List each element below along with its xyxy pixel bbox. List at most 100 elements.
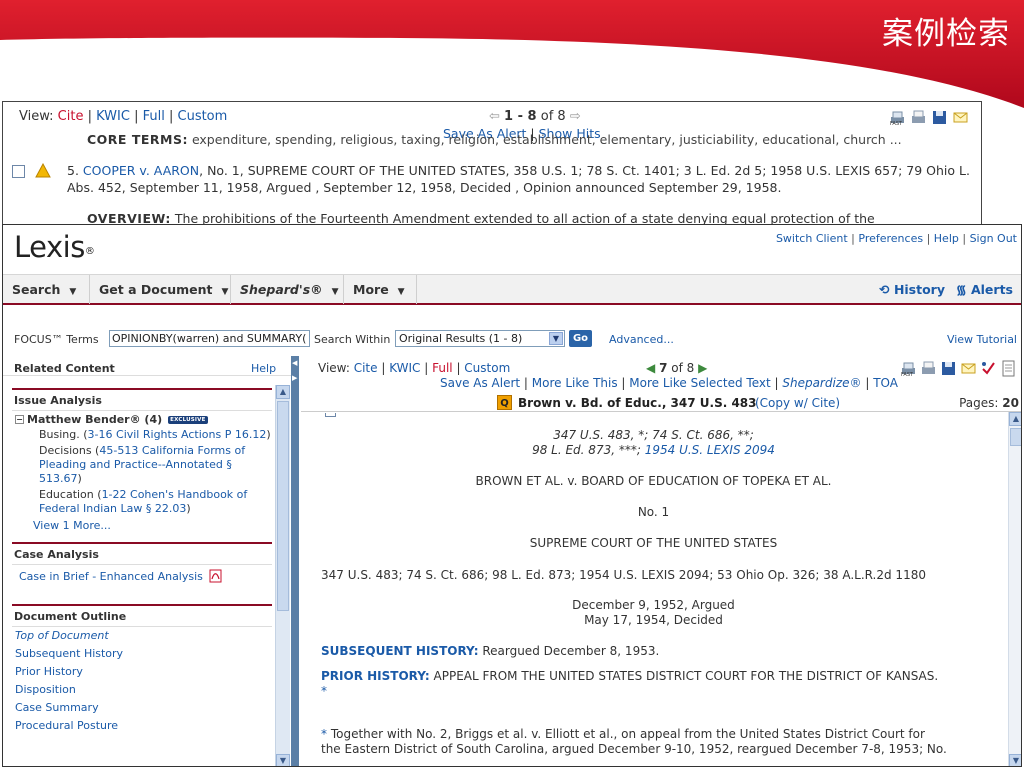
print-icon[interactable] (910, 109, 927, 126)
scroll-up-icon[interactable]: ▲ (1009, 412, 1021, 426)
doc-case-title: Brown v. Bd. of Educ., 347 U.S. 483 (518, 396, 757, 410)
lexis-cite-link[interactable]: 1954 U.S. LEXIS 2094 (645, 443, 775, 457)
footnote-star[interactable]: * (321, 727, 327, 741)
shepardize-check-icon[interactable] (980, 360, 997, 377)
svg-text:FAST: FAST (901, 372, 914, 377)
menu-alerts-label: Alerts (970, 282, 1013, 297)
advanced-link[interactable]: Advanced... (609, 333, 674, 346)
go-button[interactable]: Go (569, 330, 592, 347)
email-icon[interactable] (952, 109, 969, 126)
pages-value: 20 (1002, 396, 1019, 410)
shepards-q-signal-icon[interactable]: Q (497, 395, 512, 410)
doc-title-row: Q Brown v. Bd. of Educ., 347 U.S. 483 (C… (301, 392, 1021, 412)
chevron-down-icon: ▼ (331, 287, 339, 297)
view-option-cite[interactable]: Cite (58, 109, 84, 124)
sidebar-scroll-thumb[interactable] (277, 401, 289, 611)
view-option-custom[interactable]: Custom (178, 109, 228, 124)
menu-more-label: More (353, 282, 389, 297)
outline-case-summary[interactable]: Case Summary (12, 699, 272, 717)
menu-history[interactable]: ⟲ History (879, 275, 945, 304)
fast-print-icon[interactable]: FAST (889, 109, 906, 126)
view-option-cite[interactable]: Cite (354, 361, 378, 375)
document-body: 347 U.S. 483, *; 74 S. Ct. 686, **; 98 L… (301, 413, 1006, 766)
search-within-select[interactable]: Original Results (1 - 8) ▼ (395, 330, 565, 347)
sidebar-scrollbar[interactable]: ▲ ▼ (275, 385, 290, 766)
issue-item-education: Education (1-22 Cohen's Handbook of Fede… (12, 488, 272, 516)
menu-alerts[interactable]: ᯾ Alerts (956, 275, 1013, 304)
footnote-star-link[interactable]: * (321, 684, 327, 698)
case-in-brief-link[interactable]: Case in Brief - Enhanced Analysis (19, 570, 203, 583)
issue-item-suffix: ) (266, 428, 271, 441)
help-link[interactable]: Help (934, 232, 959, 245)
lexis-logo: Lexis® (14, 230, 95, 264)
matthew-bender-node[interactable]: − Matthew Bender® (4) EXCLUSIVE (12, 411, 272, 426)
view-label: View: (19, 109, 54, 124)
focus-terms-input[interactable]: OPINIONBY(warren) and SUMMARY( (109, 330, 310, 347)
outline-subsequent-history[interactable]: Subsequent History (12, 645, 272, 663)
chevron-down-icon: ▼ (221, 287, 229, 297)
outline-disposition[interactable]: Disposition (12, 681, 272, 699)
more-like-this-link[interactable]: More Like This (532, 376, 618, 390)
view-more-link[interactable]: View 1 More... (12, 519, 272, 532)
case-analysis-section: Case Analysis Case in Brief - Enhanced A… (12, 542, 272, 598)
view-option-full[interactable]: Full (432, 361, 453, 375)
expand-arrow-icon[interactable]: ▶ (292, 374, 297, 382)
court-name: SUPREME COURT OF THE UNITED STATES (529, 536, 778, 550)
doc-pager: ◀ 7 of 8 ▶ (646, 361, 707, 375)
next-doc-icon[interactable]: ▶ (698, 361, 707, 375)
outline-top-of-document[interactable]: Top of Document (12, 627, 272, 645)
toa-link[interactable]: TOA (873, 376, 898, 390)
menu-search[interactable]: Search ▼ (3, 275, 90, 304)
prev-arrow-icon[interactable]: ⇦ (489, 109, 500, 124)
outline-prior-history[interactable]: Prior History (12, 663, 272, 681)
logo-text: Lexis (14, 230, 85, 264)
menu-shepards[interactable]: Shepard's® ▼ (231, 275, 344, 304)
fast-print-icon[interactable]: FAST (900, 360, 917, 377)
view-tutorial-link[interactable]: View Tutorial (947, 333, 1017, 346)
search-within-label: Search Within (314, 333, 391, 346)
save-as-alert-link[interactable]: Save As Alert (440, 376, 520, 390)
copy-with-cite-link[interactable]: (Copy w/ Cite) (755, 396, 840, 410)
prev-doc-icon[interactable]: ◀ (646, 361, 655, 375)
doc-scroll-thumb[interactable] (1010, 428, 1021, 446)
doc-scrollbar[interactable]: ▲ ▼ (1008, 412, 1021, 766)
doc-tool-icons: FAST (900, 360, 1017, 377)
sidebar-help-link[interactable]: Help (251, 362, 276, 375)
collapse-arrow-icon[interactable]: ◀ (292, 359, 297, 367)
doc-action-links: Save As Alert | More Like This | More Li… (440, 376, 898, 390)
alerts-icon: ᯾ (955, 282, 967, 297)
sign-out-link[interactable]: Sign Out (970, 232, 1017, 245)
scroll-up-icon[interactable]: ▲ (276, 385, 290, 399)
more-like-selected-text-link[interactable]: More Like Selected Text (629, 376, 770, 390)
next-arrow-icon[interactable]: ⇨ (570, 109, 581, 124)
outline-procedural-posture[interactable]: Procedural Posture (12, 717, 272, 735)
shepardize-link[interactable]: Shepardize® (782, 376, 861, 390)
view-option-kwic[interactable]: KWIC (389, 361, 420, 375)
menu-get-document[interactable]: Get a Document ▼ (90, 275, 231, 304)
view-option-kwic[interactable]: KWIC (96, 109, 130, 124)
preferences-link[interactable]: Preferences (858, 232, 923, 245)
scroll-down-icon[interactable]: ▼ (1009, 754, 1021, 766)
footnote-text: * Together with No. 2, Briggs et al. v. … (321, 727, 925, 741)
switch-client-link[interactable]: Switch Client (776, 232, 848, 245)
document-icon[interactable] (1000, 360, 1017, 377)
print-icon[interactable] (920, 360, 937, 377)
pdf-icon[interactable] (209, 569, 222, 583)
result-checkbox[interactable] (12, 165, 25, 178)
scroll-down-icon[interactable]: ▼ (276, 754, 290, 766)
menu-more[interactable]: More ▼ (344, 275, 417, 304)
result-case-link[interactable]: COOPER v. AARON (83, 163, 199, 178)
collapse-minus-icon[interactable]: − (15, 415, 24, 424)
save-disk-icon[interactable] (940, 360, 957, 377)
save-disk-icon[interactable] (931, 109, 948, 126)
issue-item-link[interactable]: 3-16 Civil Rights Actions P 16.12 (88, 428, 267, 441)
view-option-custom[interactable]: Custom (464, 361, 510, 375)
view-option-full[interactable]: Full (143, 109, 165, 124)
menu-get-document-label: Get a Document (99, 282, 213, 297)
email-icon[interactable] (960, 360, 977, 377)
document-checkbox[interactable] (325, 413, 336, 417)
caution-signal-icon[interactable] (35, 163, 51, 178)
sidebar-splitter[interactable]: ◀ ▶ (291, 356, 299, 766)
result-entry: 5. COOPER v. AARON, No. 1, SUPREME COURT… (67, 162, 979, 196)
result-citation: , No. 1, SUPREME COURT OF THE UNITED STA… (67, 163, 970, 195)
